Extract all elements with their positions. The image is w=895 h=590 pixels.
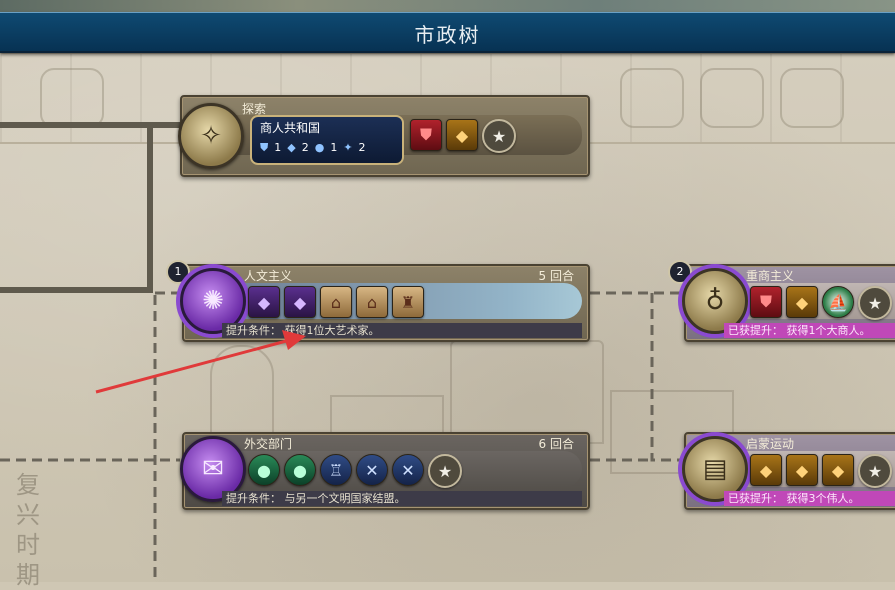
civics-tree-canvas: 复兴时期 ✧ 探索 商人共和国 ⛊ 1 ◆ 2 ● 1 ✦ 2 ⛊ ◆ ★ 1 ✺ 人文…: [0, 0, 895, 589]
annotation-arrow: [95, 330, 306, 394]
page-title: 市政树: [414, 23, 481, 47]
header-bar: 市政树: [0, 12, 895, 53]
